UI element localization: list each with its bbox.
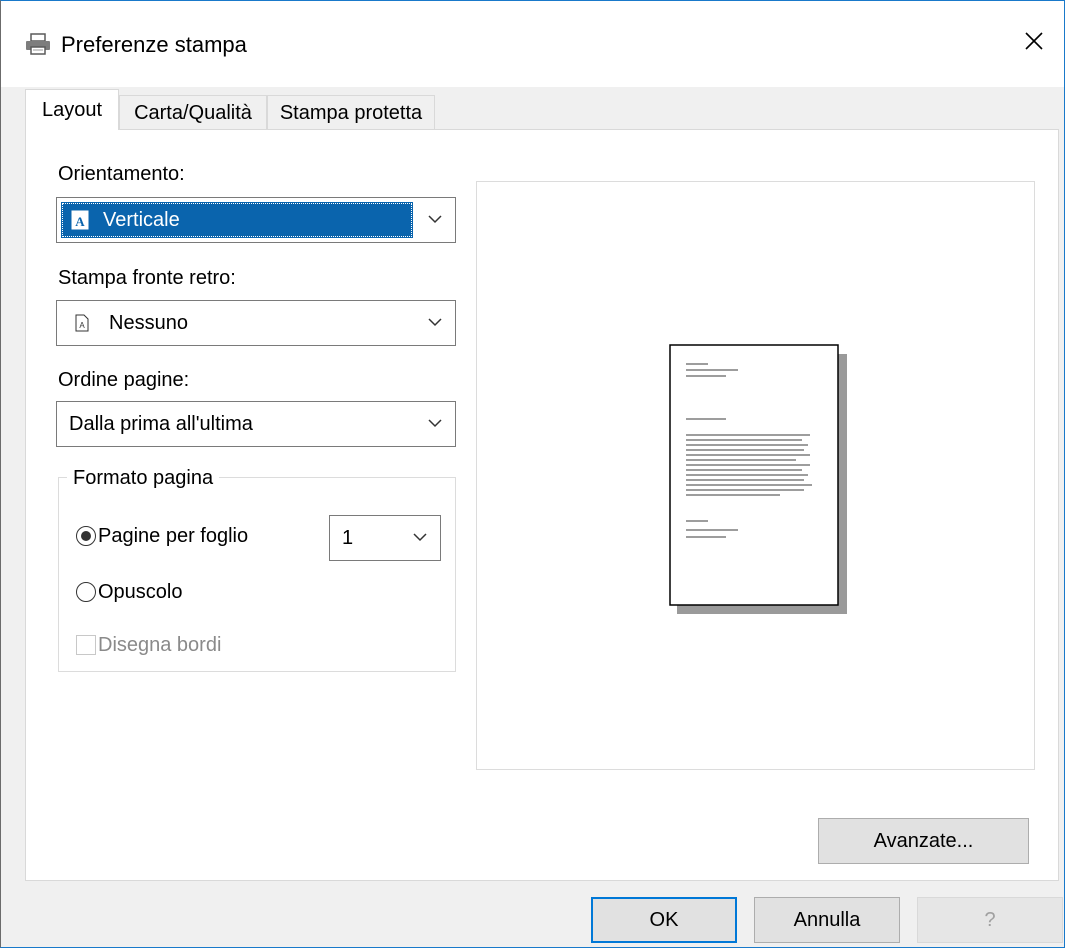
cancel-button[interactable]: Annulla	[754, 897, 900, 943]
help-button[interactable]: ?	[917, 897, 1063, 943]
svg-text:A: A	[75, 214, 85, 229]
tab-secure-print[interactable]: Stampa protetta	[267, 95, 435, 129]
svg-text:A: A	[79, 321, 85, 330]
booklet-label: Opuscolo	[98, 581, 183, 603]
single-page-icon: A	[75, 314, 89, 332]
orientation-label: Orientamento:	[58, 163, 185, 185]
page-order-value: Dalla prima all'ultima	[69, 413, 253, 435]
tab-paper-quality[interactable]: Carta/Qualità	[119, 95, 267, 129]
page-preview	[476, 181, 1035, 770]
orientation-select[interactable]: A Verticale	[56, 197, 456, 243]
close-icon	[1025, 32, 1043, 50]
pages-per-sheet-select[interactable]: 1	[329, 515, 441, 561]
chevron-down-icon	[413, 533, 427, 542]
ok-button[interactable]: OK	[591, 897, 737, 943]
tab-paper-quality-label: Carta/Qualità	[134, 102, 252, 124]
document-preview-icon	[669, 344, 847, 614]
pages-per-sheet-label: Pagine per foglio	[98, 525, 249, 547]
page-order-select[interactable]: Dalla prima all'ultima	[56, 401, 456, 447]
tab-secure-print-label: Stampa protetta	[279, 102, 423, 124]
chevron-down-icon	[428, 318, 442, 327]
draw-borders-label: Disegna bordi	[98, 634, 222, 656]
page-order-label: Ordine pagine:	[58, 369, 190, 391]
title-bar: Preferenze stampa	[1, 1, 1064, 87]
close-button[interactable]	[1004, 15, 1064, 67]
tab-layout[interactable]: Layout	[25, 89, 119, 130]
page-format-title: Formato pagina	[67, 466, 220, 490]
booklet-radio[interactable]	[76, 582, 96, 602]
print-preferences-dialog: Preferenze stampa Layout Carta/Qualità S…	[0, 0, 1065, 948]
pages-per-sheet-value: 1	[342, 527, 354, 549]
portrait-page-icon: A	[71, 210, 89, 230]
printer-icon	[26, 33, 50, 55]
chevron-down-icon	[428, 215, 442, 224]
draw-borders-checkbox[interactable]	[76, 635, 96, 655]
pages-per-sheet-radio[interactable]	[76, 526, 96, 546]
window-title: Preferenze stampa	[61, 32, 247, 57]
duplex-label: Stampa fronte retro:	[58, 267, 236, 289]
advanced-button[interactable]: Avanzate...	[818, 818, 1029, 864]
duplex-value: Nessuno	[109, 312, 188, 334]
orientation-value: Verticale	[103, 209, 180, 231]
chevron-down-icon	[428, 419, 442, 428]
tab-layout-label: Layout	[41, 99, 103, 121]
duplex-select[interactable]: A Nessuno	[56, 300, 456, 346]
